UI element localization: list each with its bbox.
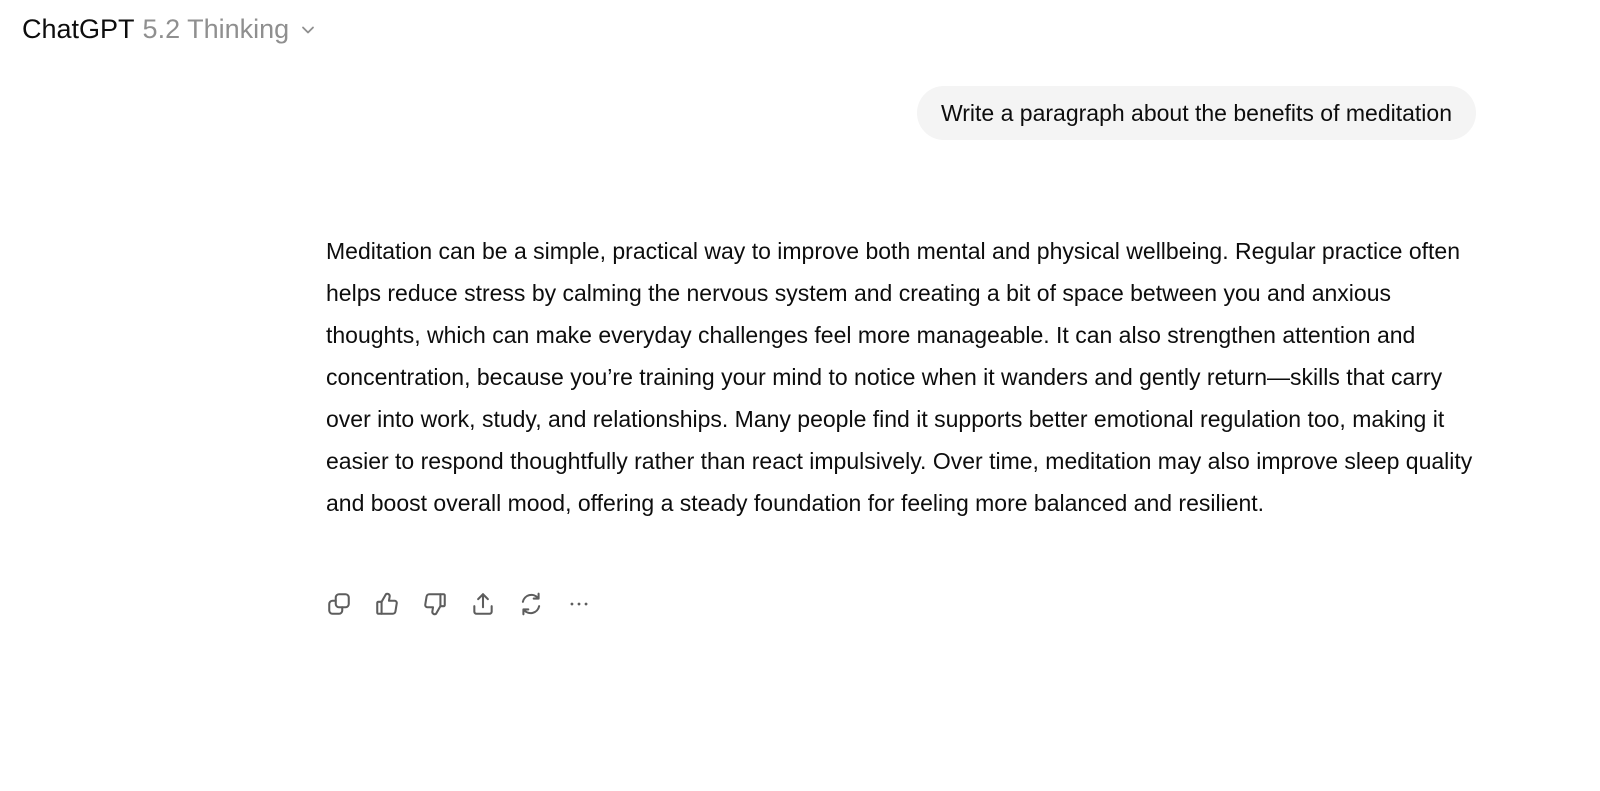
copy-button[interactable] xyxy=(321,586,357,622)
assistant-message-text: Meditation can be a simple, practical wa… xyxy=(326,238,1473,516)
regenerate-icon xyxy=(521,592,541,616)
copy-icon xyxy=(328,593,350,615)
more-icon xyxy=(570,602,588,606)
assistant-message: Meditation can be a simple, practical wa… xyxy=(326,230,1486,524)
user-message-bubble: Write a paragraph about the benefits of … xyxy=(916,86,1476,140)
model-selector[interactable]: ChatGPT 5.2 Thinking xyxy=(22,12,317,46)
model-variant: 5.2 Thinking xyxy=(142,13,290,44)
chat-page: ChatGPT 5.2 Thinking Write a paragraph a… xyxy=(0,0,1600,791)
regenerate-button[interactable] xyxy=(513,586,549,622)
user-message-row: Write a paragraph about the benefits of … xyxy=(916,86,1476,140)
thumbs-down-icon xyxy=(424,593,446,616)
app-name: ChatGPT xyxy=(22,13,135,44)
chevron-down-icon xyxy=(299,21,317,39)
thumbs-down-button[interactable] xyxy=(417,586,453,622)
more-button[interactable] xyxy=(561,586,597,622)
share-icon xyxy=(473,593,493,615)
thumbs-up-button[interactable] xyxy=(369,586,405,622)
message-action-bar xyxy=(321,586,597,622)
thumbs-up-icon xyxy=(376,592,398,615)
share-button[interactable] xyxy=(465,586,501,622)
